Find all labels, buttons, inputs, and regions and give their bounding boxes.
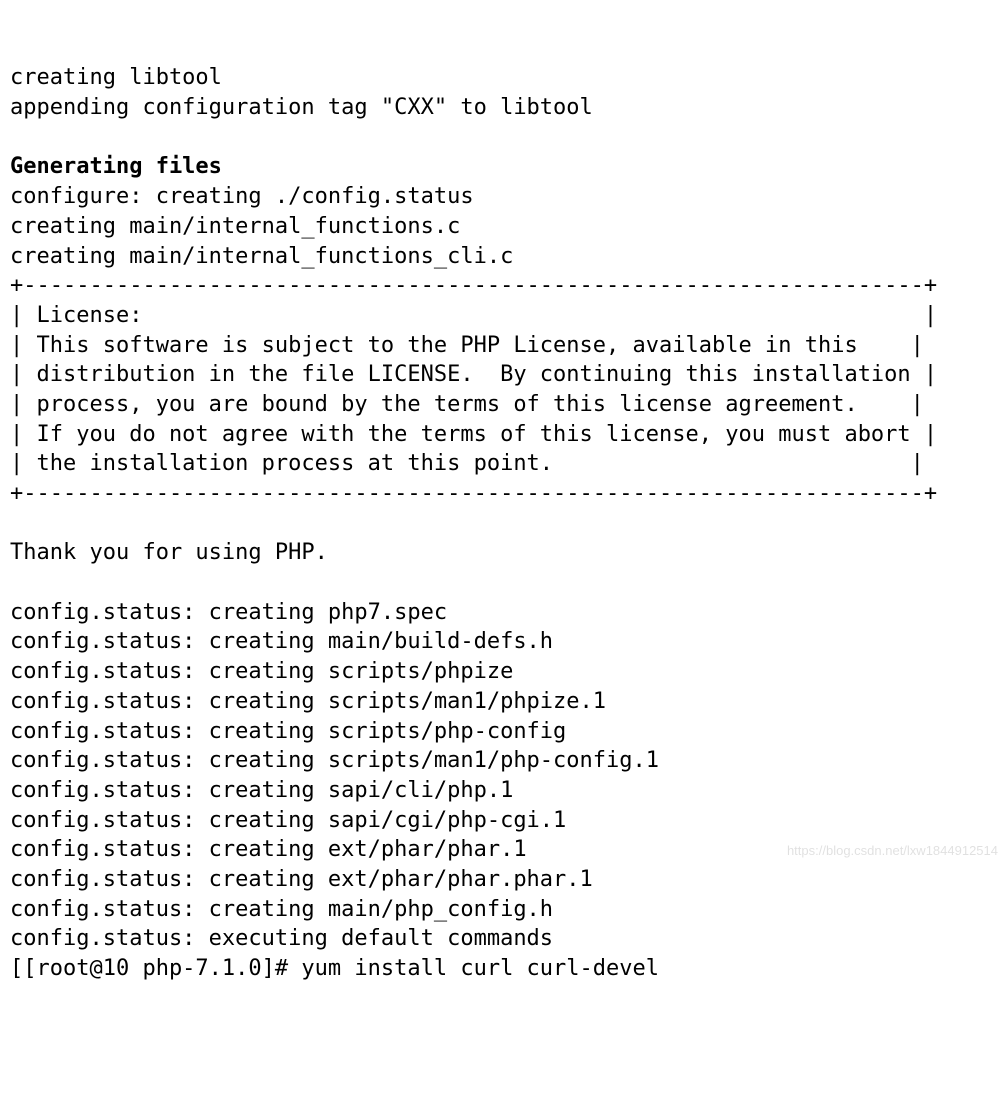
license-box-line: | distribution in the file LICENSE. By c… bbox=[10, 362, 937, 387]
output-line: config.status: creating scripts/man1/php… bbox=[10, 748, 659, 773]
output-line: config.status: creating ext/phar/phar.ph… bbox=[10, 867, 593, 892]
output-line: config.status: creating main/php_config.… bbox=[10, 897, 553, 922]
license-box-line: | the installation process at this point… bbox=[10, 451, 924, 476]
output-line: config.status: creating sapi/cgi/php-cgi… bbox=[10, 808, 566, 833]
output-line: configure: creating ./config.status bbox=[10, 184, 474, 209]
output-line: creating main/internal_functions.c bbox=[10, 214, 460, 239]
watermark: https://blog.csdn.net/lxw1844912514 bbox=[787, 842, 998, 860]
output-line: config.status: creating main/build-defs.… bbox=[10, 629, 553, 654]
output-line: config.status: creating php7.spec bbox=[10, 600, 447, 625]
license-box-line: | This software is subject to the PHP Li… bbox=[10, 333, 924, 358]
output-line: Thank you for using PHP. bbox=[10, 540, 328, 565]
output-line: config.status: creating scripts/php-conf… bbox=[10, 719, 566, 744]
output-line: creating libtool bbox=[10, 65, 222, 90]
license-box-line: | If you do not agree with the terms of … bbox=[10, 422, 937, 447]
output-line: config.status: executing default command… bbox=[10, 926, 553, 951]
license-box-bottom: +---------------------------------------… bbox=[10, 481, 937, 506]
output-line: creating main/internal_functions_cli.c bbox=[10, 244, 513, 269]
license-box-line: | License: | bbox=[10, 303, 937, 328]
license-box-line: | process, you are bound by the terms of… bbox=[10, 392, 924, 417]
output-line: appending configuration tag "CXX" to lib… bbox=[10, 95, 593, 120]
output-line: config.status: creating sapi/cli/php.1 bbox=[10, 778, 513, 803]
output-line: config.status: creating scripts/phpize bbox=[10, 659, 513, 684]
output-line: config.status: creating scripts/man1/php… bbox=[10, 689, 606, 714]
shell-prompt-line[interactable]: [[root@10 php-7.1.0]# yum install curl c… bbox=[10, 956, 659, 981]
section-heading: Generating files bbox=[10, 154, 222, 179]
license-box-top: +---------------------------------------… bbox=[10, 273, 937, 298]
output-line: config.status: creating ext/phar/phar.1 bbox=[10, 837, 527, 862]
